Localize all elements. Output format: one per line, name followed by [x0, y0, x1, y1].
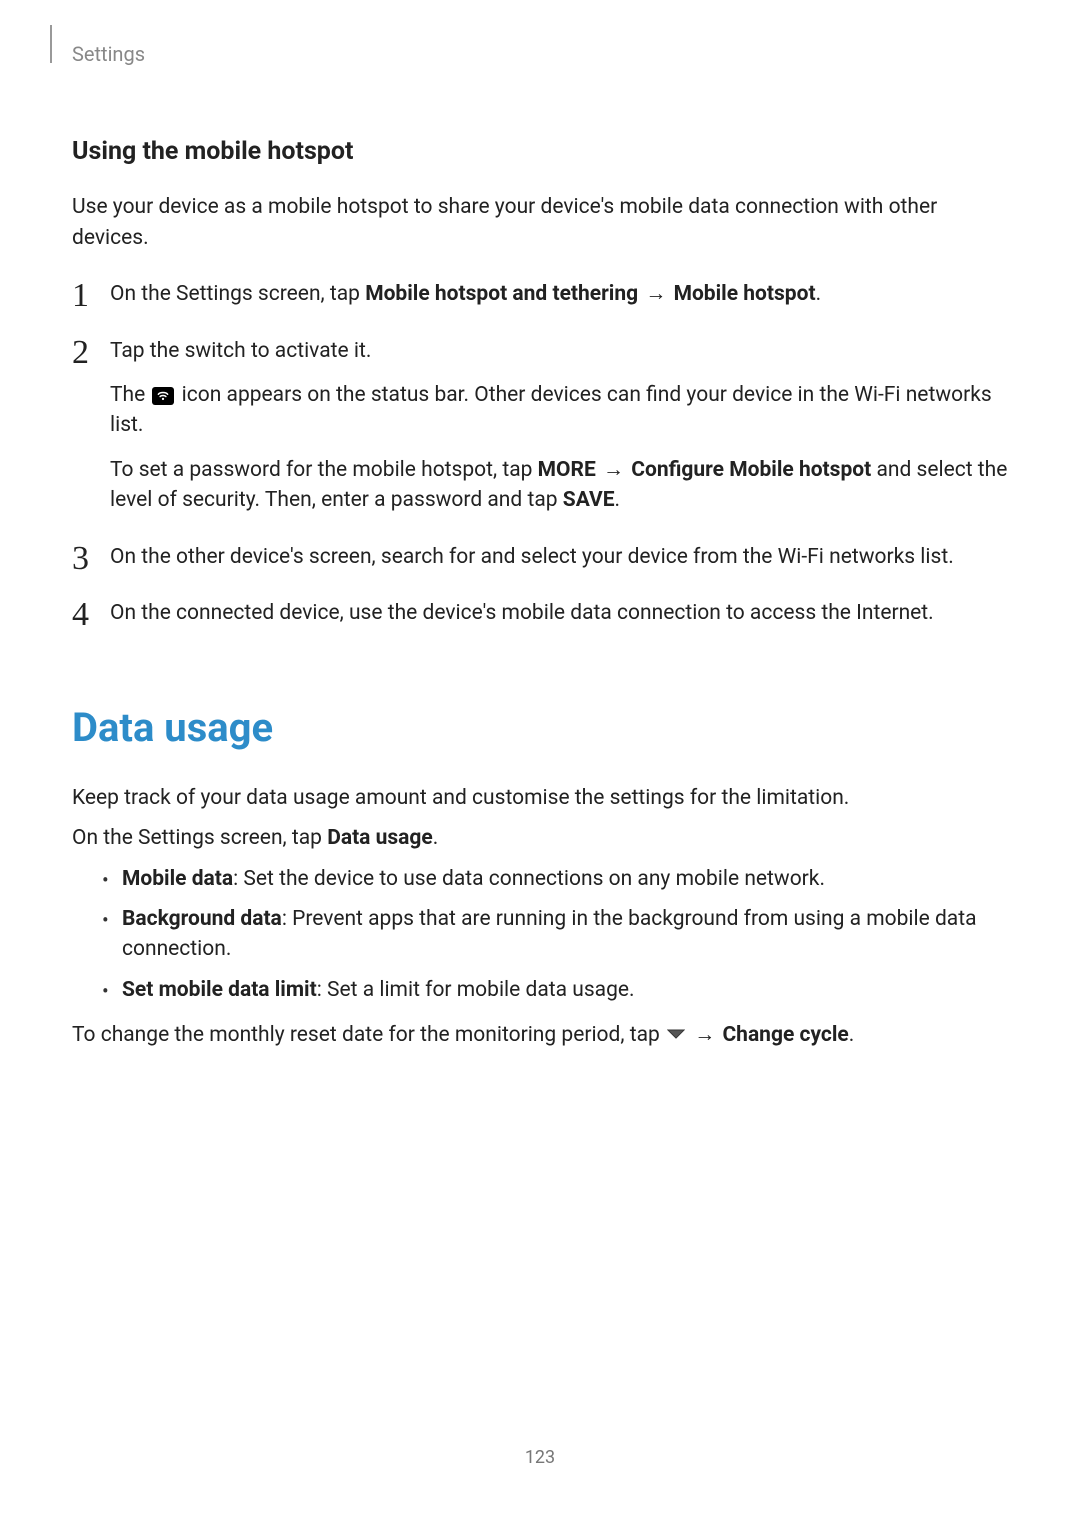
step-4-text: On the connected device, use the device'…: [110, 598, 1010, 628]
list-item: Mobile data: Set the device to use data …: [102, 864, 1010, 894]
arrow-text: →: [689, 1023, 720, 1047]
step-2: Tap the switch to activate it. The icon …: [72, 336, 1010, 516]
steps-list: On the Settings screen, tap Mobile hotsp…: [72, 279, 1010, 629]
data-usage-para2: On the Settings screen, tap Data usage.: [72, 823, 1010, 853]
header-rule: [50, 25, 52, 63]
bold-text: Mobile hotspot: [674, 282, 816, 306]
text-fragment: icon appears on the status bar. Other de…: [110, 383, 992, 437]
page-content: Using the mobile hotspot Use your device…: [50, 134, 1010, 1051]
text-fragment: .: [849, 1023, 855, 1047]
step-2-line3: To set a password for the mobile hotspot…: [110, 455, 1010, 516]
bold-text: Background data: [122, 907, 282, 931]
data-usage-para3: To change the monthly reset date for the…: [72, 1019, 1010, 1050]
text-fragment: : Set the device to use data connections…: [233, 867, 825, 891]
text-fragment: On the Settings screen, tap: [72, 826, 327, 850]
arrow-text: →: [640, 282, 671, 306]
breadcrumb: Settings: [72, 40, 1010, 69]
text-fragment: : Set a limit for mobile data usage.: [317, 978, 635, 1002]
text-fragment: On the Settings screen, tap: [110, 282, 365, 306]
section-title-data-usage: Data usage: [72, 699, 1010, 757]
bullet-list: Mobile data: Set the device to use data …: [72, 864, 1010, 1006]
text-fragment: To set a password for the mobile hotspot…: [110, 458, 538, 482]
dropdown-icon: [667, 1019, 685, 1049]
list-item: Background data: Prevent apps that are r…: [102, 904, 1010, 965]
step-1-text: On the Settings screen, tap Mobile hotsp…: [110, 279, 1010, 309]
step-2-line2: The icon appears on the status bar. Othe…: [110, 380, 1010, 441]
bold-text: Data usage: [327, 826, 433, 850]
step-4: On the connected device, use the device'…: [72, 598, 1010, 628]
page-number: 123: [0, 1445, 1080, 1471]
hotspot-icon: [152, 387, 174, 405]
data-usage-para1: Keep track of your data usage amount and…: [72, 783, 1010, 813]
step-2-line1: Tap the switch to activate it.: [110, 336, 1010, 366]
intro-text: Use your device as a mobile hotspot to s…: [72, 192, 1010, 253]
text-fragment: The: [110, 383, 150, 407]
bold-text: MORE: [538, 458, 596, 482]
step-3: On the other device's screen, search for…: [72, 542, 1010, 572]
bold-text: Configure Mobile hotspot: [631, 458, 871, 482]
step-1: On the Settings screen, tap Mobile hotsp…: [72, 279, 1010, 309]
bold-text: SAVE: [563, 488, 615, 512]
bold-text: Mobile data: [122, 867, 233, 891]
list-item: Set mobile data limit: Set a limit for m…: [102, 975, 1010, 1005]
step-3-text: On the other device's screen, search for…: [110, 542, 1010, 572]
arrow-text: →: [598, 458, 629, 482]
bold-text: Set mobile data limit: [122, 978, 317, 1002]
bold-text: Change cycle: [722, 1023, 848, 1047]
text-fragment: .: [615, 488, 621, 512]
text-fragment: To change the monthly reset date for the…: [72, 1023, 665, 1047]
text-fragment: .: [433, 826, 439, 850]
subheading-hotspot: Using the mobile hotspot: [72, 134, 1010, 170]
bold-text: Mobile hotspot and tethering: [365, 282, 638, 306]
text-fragment: .: [816, 282, 822, 306]
